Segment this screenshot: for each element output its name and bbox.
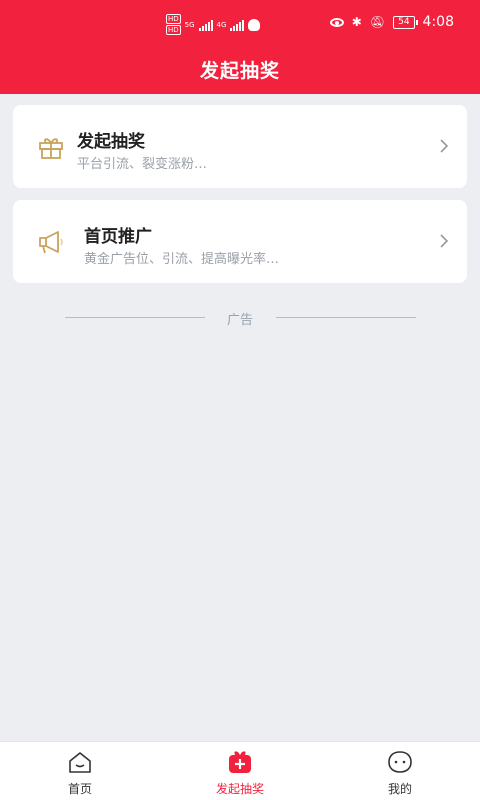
network-type-1: 5G xyxy=(184,20,195,29)
chevron-right-icon xyxy=(440,234,449,248)
card-start-lottery[interactable]: 发起抽奖 平台引流、裂变涨粉… xyxy=(13,105,467,188)
tab-label: 首页 xyxy=(67,782,92,796)
ad-label: 广告 xyxy=(226,313,253,328)
tab-label: 我的 xyxy=(387,782,412,796)
eye-icon xyxy=(329,17,344,27)
status-bar: HD HD 5G 4G ✱ 🔕︎ 54 4:08 xyxy=(0,12,480,38)
divider-line-right xyxy=(276,317,416,318)
clock: 4:08 xyxy=(422,14,454,30)
status-left: HD HD 5G 4G xyxy=(166,14,261,35)
battery-icon: 54 xyxy=(393,15,419,29)
hd-badge-1: HD xyxy=(166,14,181,24)
qq-icon xyxy=(248,18,261,31)
card-subtitle: 平台引流、裂变涨粉… xyxy=(77,157,208,172)
signal-icon xyxy=(198,19,213,31)
tab-home[interactable]: 首页 xyxy=(40,742,120,800)
app-header: HD HD 5G 4G ✱ 🔕︎ 54 4:08 发起抽奖 xyxy=(0,0,480,94)
card-title: 发起抽奖 xyxy=(77,132,145,152)
chevron-right-icon xyxy=(440,139,449,153)
page-title: 发起抽奖 xyxy=(199,60,280,82)
network-type-2: 4G xyxy=(216,20,227,29)
chat-face-icon xyxy=(388,751,412,773)
gift-icon xyxy=(39,138,63,159)
tab-label: 发起抽奖 xyxy=(215,782,264,796)
megaphone-icon xyxy=(39,231,63,254)
status-right: ✱ 🔕︎ 54 4:08 xyxy=(329,14,454,30)
card-title: 首页推广 xyxy=(84,227,152,247)
card-subtitle: 黄金广告位、引流、提高曝光率… xyxy=(84,252,280,267)
ad-divider: 广告 xyxy=(0,307,480,329)
home-icon xyxy=(69,752,91,773)
signal-icon-2 xyxy=(230,19,245,31)
gift-box-icon xyxy=(229,751,251,773)
hd-indicator: HD HD xyxy=(166,14,181,35)
tab-start-lottery[interactable]: 发起抽奖 xyxy=(200,742,280,800)
card-homepage-promotion[interactable]: 首页推广 黄金广告位、引流、提高曝光率… xyxy=(13,200,467,283)
mute-bell-icon: 🔕︎ xyxy=(369,15,386,29)
bottom-tab-bar: 首页 发起抽奖 我的 xyxy=(0,741,480,800)
tab-mine[interactable]: 我的 xyxy=(360,742,440,800)
bluetooth-icon: ✱ xyxy=(351,15,362,29)
hd-badge-2: HD xyxy=(166,25,181,35)
